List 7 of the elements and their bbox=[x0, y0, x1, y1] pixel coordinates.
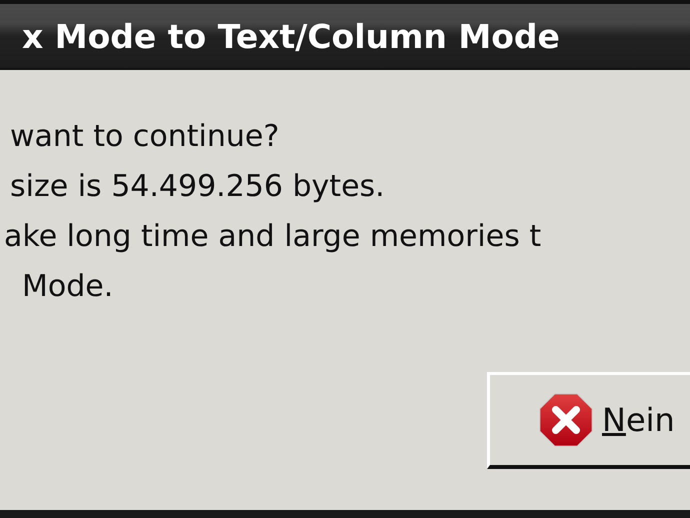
no-button[interactable]: Nein bbox=[487, 372, 690, 469]
message-line: want to continue? bbox=[10, 118, 280, 156]
message-line: Mode. bbox=[22, 268, 114, 306]
message-line: ake long time and large memories t bbox=[4, 218, 542, 256]
close-icon bbox=[538, 392, 594, 448]
window-title: x Mode to Text/Column Mode bbox=[22, 16, 560, 56]
message-line: size is 54.499.256 bytes. bbox=[10, 168, 385, 206]
